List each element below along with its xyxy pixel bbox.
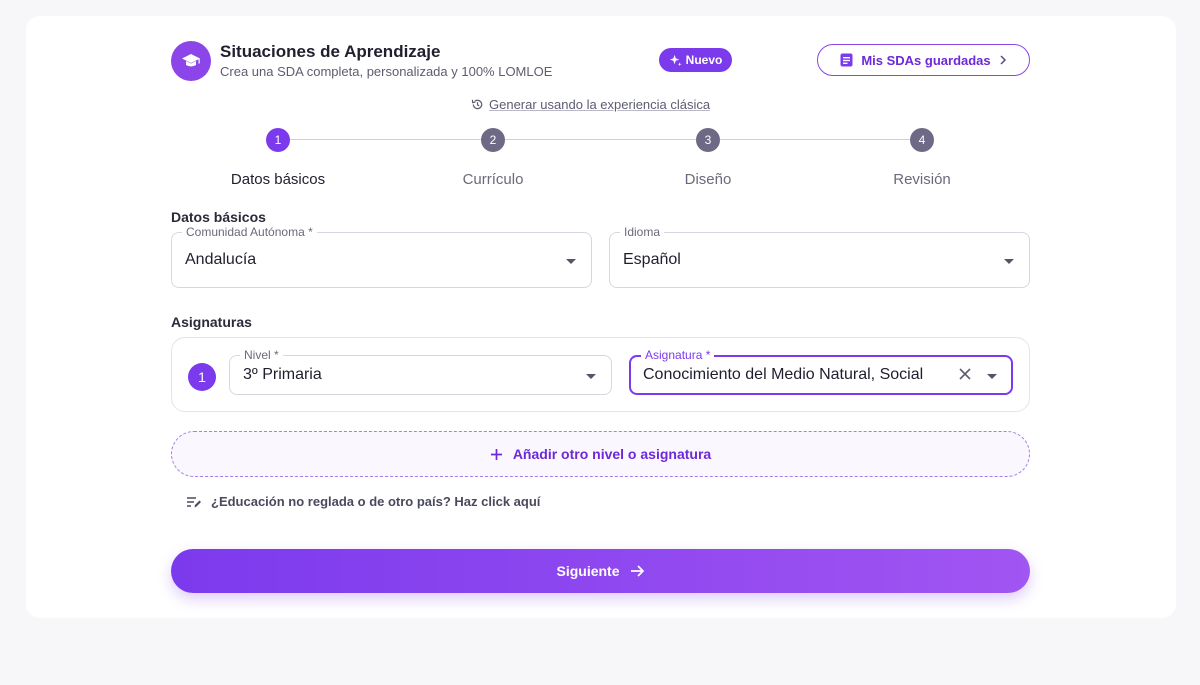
non-formal-education-label: ¿Educación no reglada o de otro país? Ha… xyxy=(211,494,541,509)
level-value: 3º Primaria xyxy=(243,366,322,383)
classic-experience-link[interactable]: Generar usando la experiencia clásica xyxy=(471,97,710,112)
basic-data-heading: Datos básicos xyxy=(171,209,266,225)
step-2-label: Currículo xyxy=(462,171,524,188)
dropdown-arrow-icon xyxy=(586,374,596,379)
new-badge: Nuevo xyxy=(659,48,732,72)
sparkle-icon xyxy=(669,54,682,66)
subjects-heading: Asignaturas xyxy=(171,314,252,330)
subject-value: Conocimiento del Medio Natural, Social xyxy=(643,366,924,383)
step-connector xyxy=(290,139,482,140)
document-icon xyxy=(840,53,853,67)
next-button-label: Siguiente xyxy=(556,563,620,579)
step-1-indicator[interactable]: 1 xyxy=(266,128,290,152)
language-value: Español xyxy=(623,251,681,268)
community-select[interactable]: Comunidad Autónoma * Andalucía xyxy=(171,225,592,288)
level-label: Nivel * xyxy=(240,348,283,362)
classic-link-label: Generar usando la experiencia clásica xyxy=(489,97,711,112)
step-3-label: Diseño xyxy=(684,171,732,188)
step-2-indicator[interactable]: 2 xyxy=(481,128,505,152)
dropdown-arrow-icon xyxy=(987,374,997,379)
new-badge-label: Nuevo xyxy=(685,53,723,67)
step-4-label: Revisión xyxy=(893,171,951,188)
arrow-right-icon xyxy=(630,565,644,577)
dropdown-arrow-icon xyxy=(566,259,576,264)
plus-icon xyxy=(490,448,502,460)
step-3-indicator[interactable]: 3 xyxy=(696,128,720,152)
language-label: Idioma xyxy=(620,225,665,239)
dropdown-arrow-icon xyxy=(1004,259,1014,264)
add-subject-button[interactable]: Añadir otro nivel o asignatura xyxy=(171,431,1030,477)
step-connector xyxy=(720,139,911,140)
community-label: Comunidad Autónoma * xyxy=(182,225,317,239)
community-value: Andalucía xyxy=(185,251,257,268)
history-icon xyxy=(471,99,483,110)
language-select[interactable]: Idioma Español xyxy=(609,225,1030,288)
chevron-right-icon xyxy=(1000,55,1006,65)
next-button[interactable]: Siguiente xyxy=(171,549,1030,593)
subject-select[interactable]: Asignatura * Conocimiento del Medio Natu… xyxy=(629,348,1013,395)
saved-sdas-label: Mis SDAs guardadas xyxy=(861,52,991,68)
subject-label: Asignatura * xyxy=(641,348,715,362)
non-formal-education-link[interactable]: ¿Educación no reglada o de otro país? Ha… xyxy=(186,494,540,509)
level-select[interactable]: Nivel * 3º Primaria xyxy=(229,348,612,395)
step-1-label: Datos básicos xyxy=(230,171,326,188)
add-subject-label: Añadir otro nivel o asignatura xyxy=(512,446,712,462)
page-title: Situaciones de Aprendizaje xyxy=(220,42,441,61)
page-subtitle: Crea una SDA completa, personalizada y 1… xyxy=(220,64,553,79)
step-4-indicator[interactable]: 4 xyxy=(910,128,934,152)
edit-list-icon xyxy=(187,496,201,507)
clear-icon[interactable] xyxy=(957,366,973,387)
saved-sdas-button[interactable]: Mis SDAs guardadas xyxy=(817,44,1030,76)
subject-row-number: 1 xyxy=(188,363,216,391)
graduation-cap-icon xyxy=(171,41,211,81)
step-connector xyxy=(505,139,696,140)
